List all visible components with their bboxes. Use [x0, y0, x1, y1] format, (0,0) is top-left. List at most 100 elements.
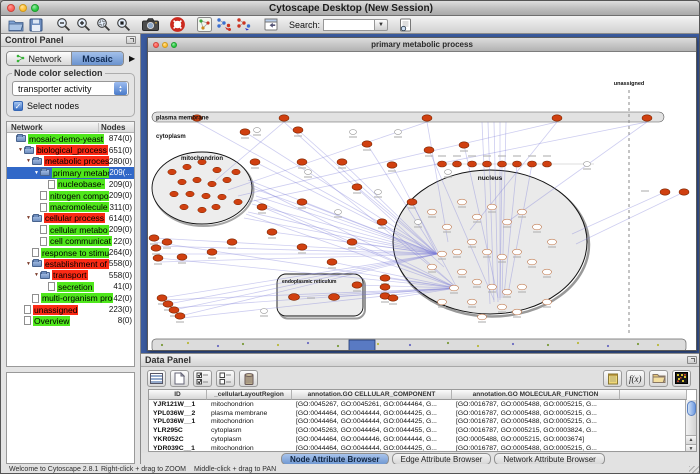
float-panel-icon[interactable] [126, 36, 136, 44]
tree-row[interactable]: macromolecule311(0) [7, 201, 134, 212]
birds-eye-view[interactable] [6, 372, 135, 464]
zoom-in-icon[interactable] [73, 17, 93, 33]
more-tabs-arrow-icon[interactable]: ▶ [129, 54, 135, 63]
network-node [438, 251, 447, 257]
tree-row[interactable]: ▼metabolic process280(0) [7, 156, 134, 167]
status-zoom-hint: Right-click + drag to ZOOM [101, 466, 186, 473]
search-input[interactable] [323, 19, 375, 31]
select-nodes-checkbox[interactable]: ✓ [13, 101, 23, 111]
table-row[interactable]: YPL036W__1mitochondrion[GO:0044464, GO:0… [149, 418, 696, 427]
network-node [438, 299, 447, 305]
network-node [337, 159, 347, 165]
svg-text:f(x): f(x) [629, 374, 642, 384]
column-header[interactable] [620, 390, 687, 400]
tree-row[interactable]: Overview8(0) [7, 315, 134, 326]
tree-row[interactable]: ▼establishment of lo558(0) [7, 258, 134, 269]
network-node [149, 235, 159, 241]
snapshot-icon[interactable] [140, 17, 160, 33]
select-all-attributes-icon[interactable] [193, 370, 212, 387]
network-window-titlebar[interactable]: primary metabolic process [148, 38, 696, 52]
network-node [180, 204, 188, 210]
matrix-view-icon[interactable] [672, 370, 691, 387]
network-node [513, 161, 522, 167]
label-settings-icon[interactable] [603, 370, 622, 387]
tree-label: response to stimulu [41, 248, 109, 258]
scroll-down-icon[interactable]: ▼ [686, 444, 696, 452]
network-node [377, 219, 387, 225]
tree-row[interactable]: nitrogen compo209(0) [7, 190, 134, 201]
tree-row[interactable]: ▼transport558(0) [7, 270, 134, 281]
tab-network[interactable]: Network [7, 52, 71, 65]
network-node [445, 170, 452, 175]
attribute-browser-icon[interactable] [261, 17, 281, 33]
tree-label: nitrogen compo [49, 191, 109, 201]
help-icon[interactable] [167, 17, 187, 33]
tree-row[interactable]: ▼biological_process651(0) [7, 144, 134, 155]
network-node [503, 219, 512, 225]
leaf-icon [48, 282, 55, 291]
column-header[interactable]: ID [149, 390, 207, 400]
compartment-label: nucleus [478, 175, 503, 182]
network-node [202, 193, 210, 199]
column-header[interactable]: annotation.GO CELLULAR_COMPONENT [292, 390, 452, 400]
table-row[interactable]: YPL036W__2plasma membrane[GO:0044464, GO… [149, 409, 696, 418]
network-canvas[interactable]: plasma membranecytoplasmmitochondrionnuc… [148, 52, 696, 350]
advanced-search-icon[interactable] [395, 17, 415, 33]
table-cell: YKR052C [149, 436, 207, 443]
tree-row[interactable]: cell communicat22(0) [7, 236, 134, 247]
tree-row[interactable]: response to stimulu264(0) [7, 247, 134, 258]
tree-row[interactable]: ▼cellular process614(0) [7, 213, 134, 224]
formula-builder-icon[interactable]: f(x) [626, 370, 645, 387]
column-header[interactable]: annotation.GO MOLECULAR_FUNCTION [452, 390, 620, 400]
zoom-fit-icon[interactable] [113, 17, 133, 33]
network-node [543, 161, 552, 167]
tree-node-count: 209(0) [109, 225, 134, 234]
tree-node-count: 8(0) [118, 316, 134, 325]
network-node [458, 269, 467, 275]
open-icon[interactable] [6, 17, 26, 33]
resize-grip[interactable] [689, 466, 700, 474]
float-panel-icon[interactable] [687, 356, 697, 364]
tree-row[interactable]: ▼primary metabo209(... [7, 167, 134, 178]
copy-network-icon[interactable] [214, 17, 234, 33]
network-node [438, 161, 447, 167]
control-panel-title: Control Panel [5, 35, 64, 45]
tree-row[interactable]: secretion41(0) [7, 281, 134, 292]
new-network-from-selection-icon[interactable] [234, 17, 254, 33]
tree-label: mosaic-demo-yeast [28, 134, 104, 144]
create-attribute-icon[interactable] [170, 370, 189, 387]
import-attributes-icon[interactable] [649, 370, 668, 387]
scrollbar-thumb[interactable] [687, 401, 696, 416]
first-neighbors-icon[interactable] [194, 17, 214, 33]
table-cell: mitochondrion [207, 445, 292, 452]
table-row[interactable]: YDR039C__1mitochondrion[GO:0044464, GO:0… [149, 444, 696, 452]
search-dropdown-arrow[interactable]: ▼ [375, 19, 388, 31]
vertical-scrollbar[interactable]: ▲ ▼ [685, 400, 696, 452]
tab-mosaic[interactable]: Mosaic [71, 52, 123, 65]
network-node [387, 162, 397, 168]
network-node [459, 142, 469, 148]
node-color-dropdown[interactable]: transporter activity ▲▼ [12, 81, 129, 96]
unselect-all-attributes-icon[interactable] [216, 370, 235, 387]
attribute-select-icon[interactable] [147, 370, 166, 387]
table-row[interactable]: YKR052Ccytoplasm[GO:0044464, GO:0044446,… [149, 435, 696, 444]
bottom-strip-region [152, 339, 686, 350]
delete-attribute-icon[interactable] [239, 370, 258, 387]
tree-row[interactable]: mosaic-demo-yeast874(0) [7, 133, 134, 144]
zoom-selected-region-icon[interactable] [93, 17, 113, 33]
tree-row[interactable]: cellular metabo209(0) [7, 224, 134, 235]
tree-row[interactable]: multi-organism pro42(0) [7, 292, 134, 303]
tree-label: transport [52, 270, 88, 280]
table-cell: YLR295C [149, 427, 207, 434]
column-header[interactable]: _cellularLayoutRegion [207, 390, 292, 400]
tree-node-count: 209(0) [109, 180, 134, 189]
scroll-up-icon[interactable]: ▲ [686, 435, 696, 444]
tree-row[interactable]: unassigned223(0) [7, 304, 134, 315]
table-row[interactable]: YJR121W__1mitochondrion[GO:0045267, GO:0… [149, 400, 696, 409]
table-row[interactable]: YLR295Ccytoplasm[GO:0045263, GO:0044464,… [149, 426, 696, 435]
tree-node-count: 558(0) [109, 259, 134, 268]
select-nodes-row: ✓ Select nodes [13, 101, 130, 111]
zoom-out-icon[interactable] [53, 17, 73, 33]
save-icon[interactable] [26, 17, 46, 33]
tree-row[interactable]: nucleobase-209(0) [7, 179, 134, 190]
